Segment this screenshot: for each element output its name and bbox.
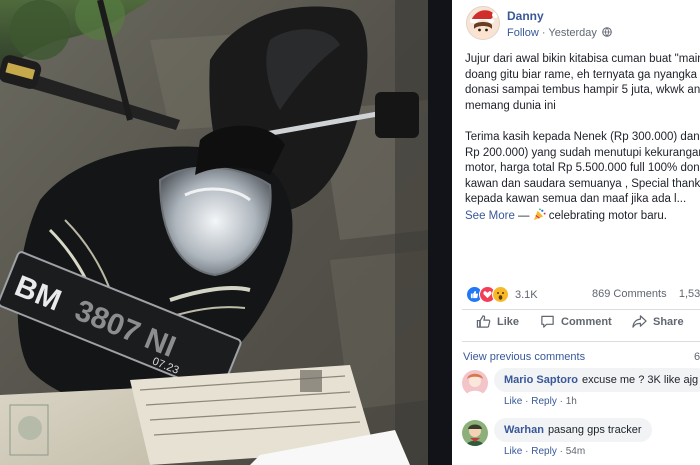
post-paragraph-2: Terima kasih kepada Nenek (Rp 300.000) d…	[465, 131, 700, 205]
divider-top	[462, 309, 700, 310]
commenter-name[interactable]: Warhan	[504, 424, 544, 436]
user-avatar-icon	[462, 370, 488, 396]
shares-count[interactable]: 1,536 S	[679, 288, 700, 300]
like-label: Like	[497, 315, 520, 328]
post-meta: Follow · Yesterday	[507, 27, 612, 39]
photo-viewer-divider	[428, 0, 452, 465]
meta-separator: ·	[538, 27, 549, 39]
comment-bubble: Mario Saptoro excuse me ? 3K like ajg	[494, 368, 700, 392]
commenter-avatar[interactable]	[462, 420, 488, 446]
like-button[interactable]: Like	[476, 314, 519, 329]
see-more-link[interactable]: See More	[465, 210, 515, 222]
author-avatar[interactable]	[466, 6, 500, 40]
comment-reply-link[interactable]: Reply	[531, 446, 557, 457]
reaction-summary[interactable]: 3.1K	[466, 286, 538, 303]
comment-text: pasang gps tracker	[547, 424, 642, 436]
commenter-avatar[interactable]	[462, 370, 488, 396]
santa-hat-avatar-icon	[467, 7, 499, 39]
comment-like-link[interactable]: Like	[504, 446, 522, 457]
comment-reply-link[interactable]: Reply	[531, 396, 557, 407]
comment-button[interactable]: Comment	[540, 314, 612, 329]
comments-page-indicator: 6	[694, 351, 700, 363]
activity-dash: —	[514, 209, 533, 222]
comment-text: excuse me ? 3K like ajg	[581, 374, 699, 386]
activity-text: celebrating motor baru.	[548, 209, 668, 222]
engagement-counts: 869 Comments 1,536 S	[592, 288, 700, 300]
divider-bottom	[462, 341, 700, 342]
author-name[interactable]: Danny	[507, 9, 544, 23]
post-activity-line: See More — celebrating motor baru.	[465, 208, 700, 225]
comment-actions: Like · Reply · 1h	[504, 396, 577, 407]
comment-time[interactable]: 54m	[566, 446, 585, 457]
view-previous-comments-link[interactable]: View previous comments	[463, 351, 585, 363]
thumbs-up-icon	[476, 315, 491, 328]
share-arrow-icon	[632, 315, 647, 328]
party-popper-icon	[533, 208, 546, 220]
comments-count[interactable]: 869 Comments	[592, 288, 667, 300]
post-paragraph-1: Jujur dari awal bikin kitabisa cuman bua…	[465, 53, 700, 112]
post-timestamp[interactable]: Yesterday	[548, 27, 597, 39]
post-actions: Like Comment Share	[452, 314, 700, 336]
follow-link[interactable]: Follow	[507, 27, 539, 39]
post-photo[interactable]: BM 3807 NI 07.23	[0, 0, 428, 465]
share-button[interactable]: Share	[632, 314, 684, 329]
reaction-count: 3.1K	[515, 288, 538, 301]
wow-reaction-icon	[492, 286, 509, 303]
commenter-name[interactable]: Mario Saptoro	[504, 374, 578, 386]
comment-bubble-icon	[541, 315, 554, 328]
comment-time[interactable]: 1h	[566, 396, 577, 407]
comment-bubble: Warhan pasang gps tracker	[494, 418, 652, 442]
motorcycle-photo: BM 3807 NI 07.23	[0, 0, 428, 465]
comment-label: Comment	[561, 315, 612, 328]
comment-actions: Like · Reply · 54m	[504, 446, 586, 457]
post-details-panel: Danny Follow · Yesterday Jujur dari awal…	[452, 0, 700, 465]
post-text: Jujur dari awal bikin kitabisa cuman bua…	[465, 52, 700, 224]
share-label: Share	[653, 315, 684, 328]
user-avatar-icon	[462, 420, 488, 446]
comment-like-link[interactable]: Like	[504, 396, 522, 407]
public-globe-icon	[602, 27, 612, 37]
